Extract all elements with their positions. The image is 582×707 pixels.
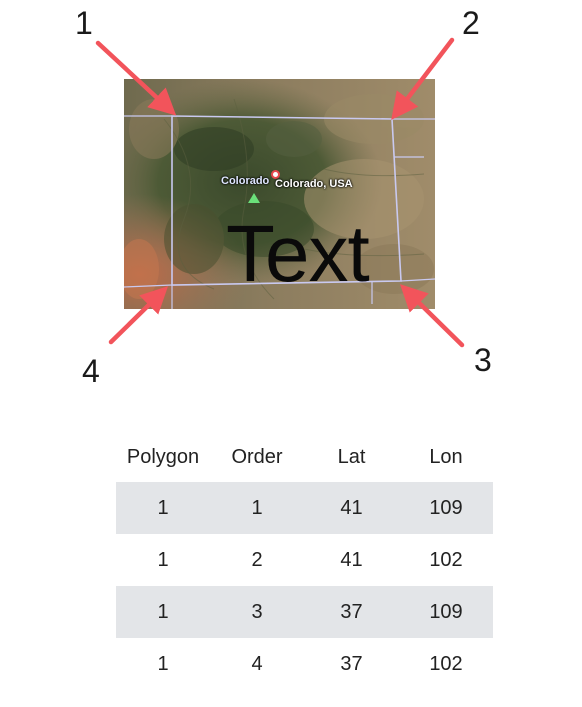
cell-order: 1 bbox=[251, 496, 263, 519]
cell-polygon: 1 bbox=[157, 652, 169, 675]
table-row: 1 2 41 102 bbox=[116, 534, 493, 586]
cell-lon: 109 bbox=[429, 496, 463, 519]
cell-order: 3 bbox=[251, 600, 263, 623]
cell-lat: 37 bbox=[340, 652, 363, 675]
header-polygon: Polygon bbox=[126, 445, 200, 468]
header-lat: Lat bbox=[337, 445, 366, 468]
corner-label-2: 2 bbox=[462, 5, 480, 41]
cell-lat: 37 bbox=[340, 600, 363, 623]
header-lon: Lon bbox=[429, 445, 463, 468]
corner-label-4: 4 bbox=[82, 353, 100, 389]
cell-lat: 41 bbox=[340, 548, 363, 571]
overlay-text: Text bbox=[226, 209, 370, 298]
cell-polygon: 1 bbox=[157, 548, 169, 571]
map-pin-label: Colorado, USA bbox=[275, 178, 353, 190]
cell-polygon: 1 bbox=[157, 600, 169, 623]
table-row: 1 3 37 109 bbox=[116, 586, 493, 638]
table-row: 1 1 41 109 bbox=[116, 482, 493, 534]
cell-lat: 41 bbox=[340, 496, 363, 519]
table-header-row: Polygon Order Lat Lon bbox=[116, 432, 493, 482]
diagram-stage: Colorado Colorado, USA Text 1 2 3 4 Poly… bbox=[0, 0, 582, 707]
map-place-label: Colorado bbox=[221, 175, 270, 187]
cell-order: 2 bbox=[251, 548, 263, 571]
cell-lon: 109 bbox=[429, 600, 463, 623]
cell-order: 4 bbox=[251, 652, 263, 675]
coordinates-table: Polygon Order Lat Lon 1 1 41 109 1 2 41 … bbox=[116, 432, 493, 690]
cell-lon: 102 bbox=[429, 652, 463, 675]
header-order: Order bbox=[231, 445, 283, 468]
corner-label-3: 3 bbox=[474, 342, 492, 378]
table-row: 1 4 37 102 bbox=[116, 638, 493, 690]
corner-label-1: 1 bbox=[75, 5, 93, 41]
peak-marker-icon bbox=[248, 193, 260, 203]
cell-polygon: 1 bbox=[157, 496, 169, 519]
cell-lon: 102 bbox=[429, 548, 463, 571]
